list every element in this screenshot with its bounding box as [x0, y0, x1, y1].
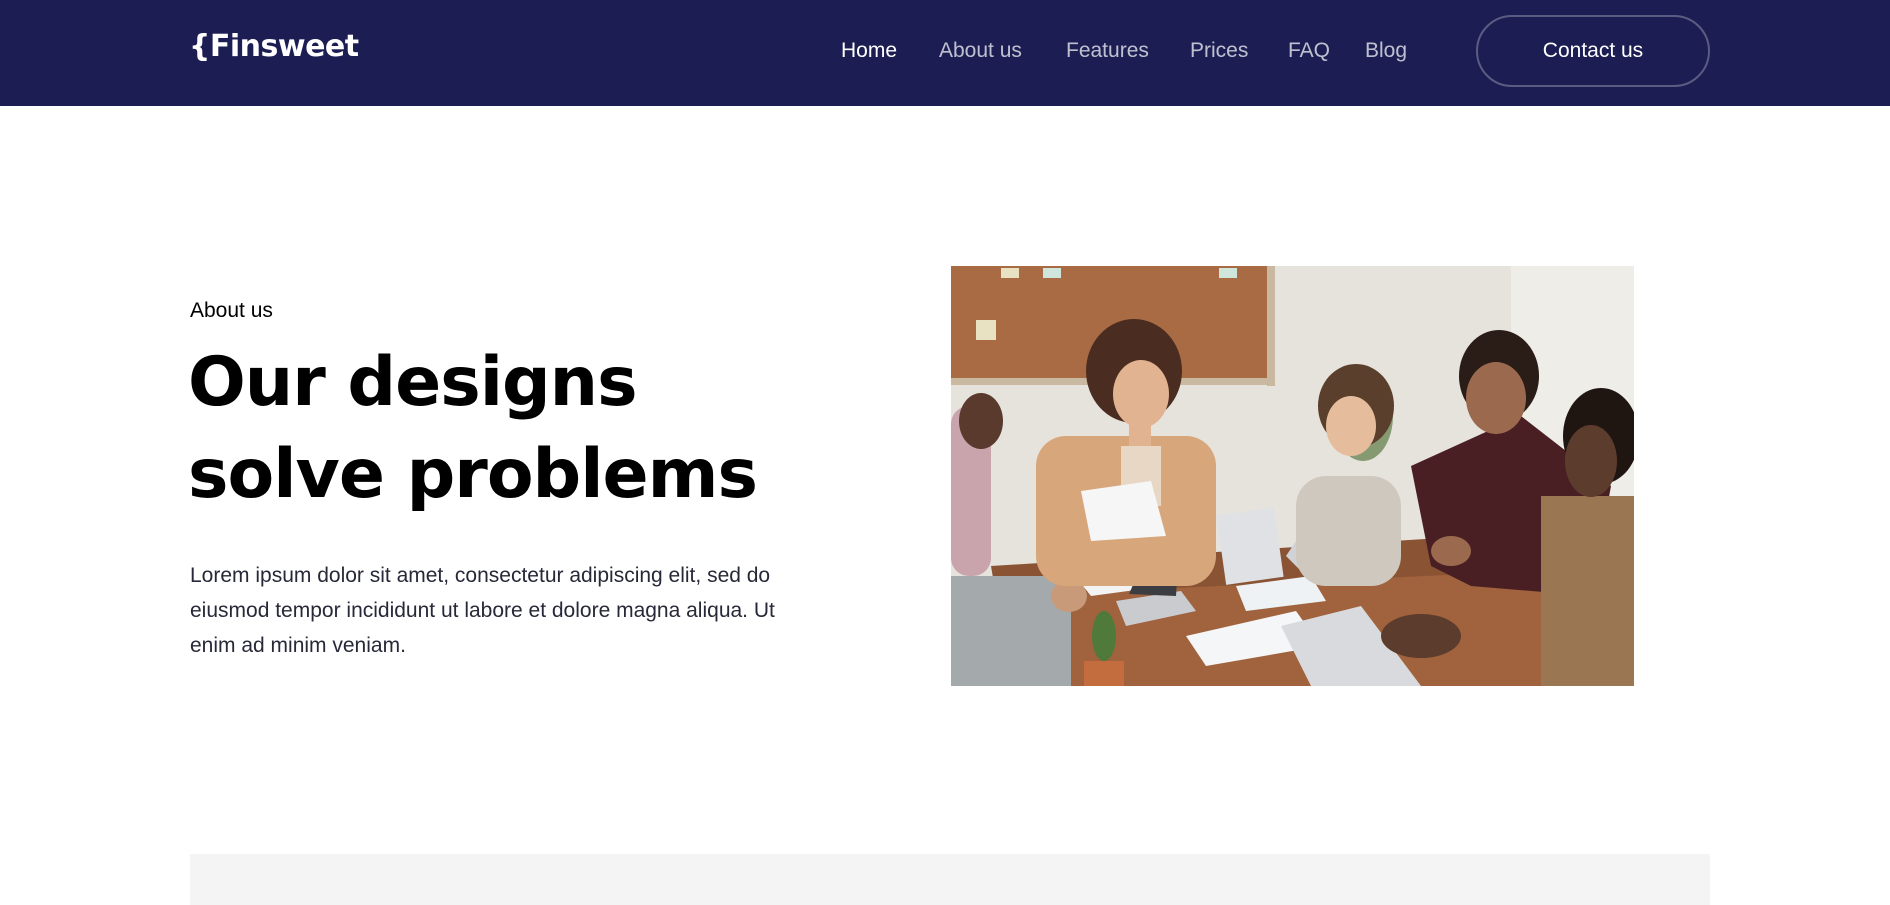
hero-description: Lorem ipsum dolor sit amet, consectetur … — [190, 564, 775, 657]
next-section-panel — [190, 854, 1710, 905]
nav-link-prices[interactable]: Prices — [1190, 36, 1248, 66]
hero-title: Our designs solve problems — [188, 343, 758, 514]
nav-link-faq[interactable]: FAQ — [1288, 36, 1330, 66]
top-navbar: {Finsweet Home About us Features Prices … — [0, 0, 1890, 106]
finsweet-logo[interactable]: {Finsweet — [189, 27, 359, 67]
nav-link-features[interactable]: Features — [1066, 36, 1149, 66]
nav-link-about-us[interactable]: About us — [939, 36, 1022, 66]
team-meeting-image — [951, 266, 1634, 686]
nav-link-home[interactable]: Home — [841, 36, 897, 66]
contact-us-button[interactable]: Contact us — [1476, 15, 1710, 87]
nav-link-blog[interactable]: Blog — [1365, 36, 1407, 66]
section-eyebrow: About us — [190, 299, 273, 322]
